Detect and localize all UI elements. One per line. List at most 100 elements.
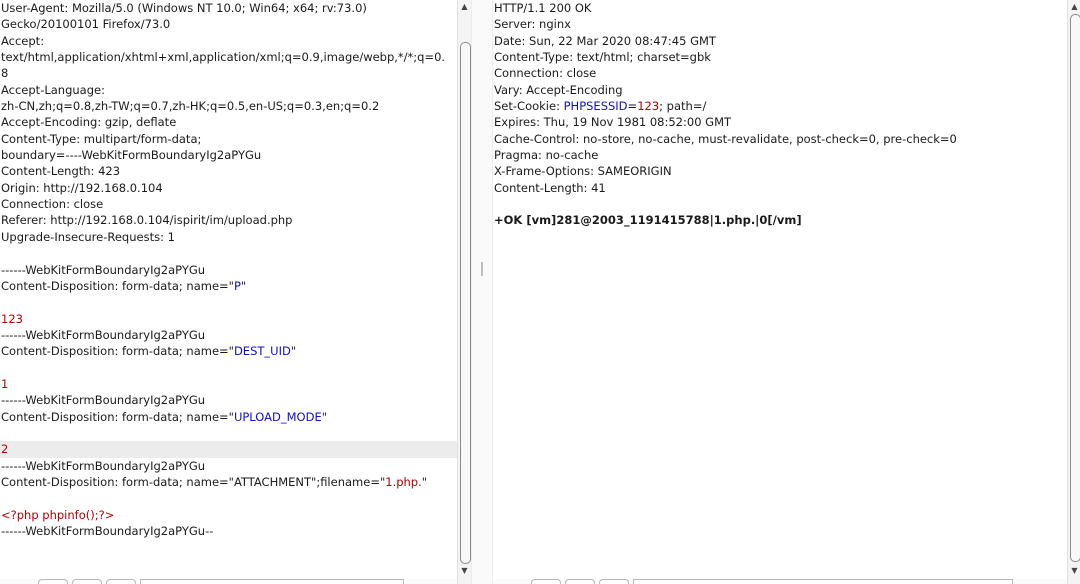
request-line	[0, 360, 457, 376]
scroll-up-arrow-icon[interactable]: ▲	[1068, 0, 1080, 14]
response-text: Set-Cookie:	[494, 99, 564, 114]
request-line: ------WebKitFormBoundaryIg2aPYGu	[0, 262, 457, 278]
scroll-up-arrow-icon[interactable]: ▲	[458, 0, 471, 14]
request-search-bar	[0, 579, 457, 584]
response-line: Server: nginx	[493, 16, 1066, 32]
request-text: Gecko/20100101 Firefox/73.0	[1, 17, 171, 32]
request-text: text/html,application/xhtml+xml,applicat…	[1, 50, 446, 65]
response-text: HTTP/1.1 200 OK	[494, 1, 592, 15]
response-line: Connection: close	[493, 65, 1066, 81]
request-text: "	[290, 344, 297, 359]
request-text: Origin: http://192.168.0.104	[1, 180, 163, 195]
request-text: "	[240, 278, 247, 293]
request-text: ------WebKitFormBoundaryIg2aPYGu	[1, 262, 206, 277]
prev-button[interactable]	[72, 579, 102, 584]
request-search-input[interactable]	[140, 579, 404, 584]
response-text: Vary: Accept-Encoding	[494, 82, 623, 97]
request-text: boundary=----WebKitFormBoundaryIg2aPYGu	[1, 148, 262, 163]
scroll-down-arrow-icon[interactable]: ▼	[1068, 564, 1080, 578]
response-text: Date: Sun, 22 Mar 2020 08:47:45 GMT	[494, 33, 716, 48]
request-line: Content-Disposition: form-data; name="P"	[0, 278, 457, 294]
request-line: Accept:	[0, 33, 457, 49]
request-text: 1	[1, 376, 9, 391]
request-line: 2	[0, 441, 457, 458]
help-button[interactable]	[38, 579, 68, 584]
response-text: ; path=/	[659, 99, 707, 114]
request-line: User-Agent: Mozilla/5.0 (Windows NT 10.0…	[0, 0, 457, 16]
request-text: Content-Disposition: form-data; name="	[1, 344, 234, 359]
request-text: Content-Disposition: form-data; name="AT…	[1, 474, 386, 489]
next-button[interactable]	[599, 579, 629, 584]
response-text: Server: nginx	[494, 17, 571, 32]
request-text: <?php phpinfo();?>	[1, 507, 115, 522]
response-viewer[interactable]: HTTP/1.1 200 OK Server: nginx Date: Sun, 2…	[493, 0, 1066, 584]
request-text: UPLOAD_MODE	[233, 409, 322, 424]
request-text: Content-Disposition: form-data; name="	[1, 409, 234, 424]
response-line: Date: Sun, 22 Mar 2020 08:47:45 GMT	[493, 33, 1066, 49]
prev-button[interactable]	[565, 579, 595, 584]
request-text: Content-Type: multipart/form-data;	[1, 131, 202, 146]
response-text: Expires: Thu, 19 Nov 1981 08:52:00 GMT	[494, 115, 732, 130]
help-button[interactable]	[531, 579, 561, 584]
request-line: Content-Disposition: form-data; name="AT…	[0, 474, 457, 490]
request-line: 1	[0, 376, 457, 392]
response-line: Vary: Accept-Encoding	[493, 82, 1066, 98]
request-text: "	[321, 409, 328, 424]
request-text: Connection: close	[1, 197, 104, 212]
request-line: Referer: http://192.168.0.104/ispirit/im…	[0, 212, 457, 228]
response-text: 123	[637, 99, 660, 114]
request-text: Accept-Language:	[1, 82, 105, 97]
response-text: PHPSESSID	[563, 99, 628, 114]
response-scroll-thumb[interactable]	[1070, 14, 1080, 562]
request-line	[0, 490, 457, 506]
request-text: 2	[1, 442, 9, 457]
request-text: ------WebKitFormBoundaryIg2aPYGu	[1, 393, 206, 408]
request-line: Connection: close	[0, 196, 457, 212]
request-scrollbar[interactable]: ▲ ▼	[457, 0, 471, 584]
request-editor[interactable]: User-Agent: Mozilla/5.0 (Windows NT 10.0…	[0, 0, 457, 584]
response-line: +OK [vm]281@2003_1191415788|1.php.|0[/vm…	[493, 212, 1066, 228]
request-text: 1.php.	[385, 474, 422, 489]
request-text: P	[233, 278, 241, 293]
request-scroll-thumb[interactable]	[460, 42, 471, 564]
request-line: Accept-Language:	[0, 82, 457, 98]
request-line: Content-Disposition: form-data; name="DE…	[0, 343, 457, 359]
response-text: +OK [vm]281@2003_1191415788|1.php.|0[/vm…	[494, 213, 802, 228]
request-text: 8	[1, 66, 9, 81]
request-line: Content-Disposition: form-data; name="UP…	[0, 409, 457, 425]
response-text: =	[627, 99, 638, 114]
response-text: Content-Type: text/html; charset=gbk	[494, 50, 711, 65]
response-text: Pragma: no-cache	[494, 148, 599, 163]
pane-splitter[interactable]	[471, 0, 493, 584]
request-line: ------WebKitFormBoundaryIg2aPYGu	[0, 327, 457, 343]
request-line: ------WebKitFormBoundaryIg2aPYGu	[0, 458, 457, 474]
request-line: zh-CN,zh;q=0.8,zh-TW;q=0.7,zh-HK;q=0.5,e…	[0, 98, 457, 114]
response-line: Content-Type: text/html; charset=gbk	[493, 49, 1066, 65]
request-line	[0, 245, 457, 261]
response-text: Content-Length: 41	[494, 180, 606, 195]
request-text: zh-CN,zh;q=0.8,zh-TW;q=0.7,zh-HK;q=0.5,e…	[1, 99, 380, 114]
request-text: ------WebKitFormBoundaryIg2aPYGu	[1, 458, 206, 473]
response-text: Connection: close	[494, 66, 597, 81]
response-line	[493, 196, 1066, 212]
request-line: 123	[0, 311, 457, 327]
request-line: Gecko/20100101 Firefox/73.0	[0, 16, 457, 32]
request-text: Referer: http://192.168.0.104/ispirit/im…	[1, 213, 293, 228]
request-line: Origin: http://192.168.0.104	[0, 180, 457, 196]
request-line	[0, 425, 457, 441]
request-text: Accept-Encoding: gzip, deflate	[1, 115, 177, 130]
response-scrollbar[interactable]: ▲ ▼	[1067, 0, 1080, 584]
response-line: Expires: Thu, 19 Nov 1981 08:52:00 GMT	[493, 114, 1066, 130]
request-line: ------WebKitFormBoundaryIg2aPYGu	[0, 392, 457, 408]
request-line: ------WebKitFormBoundaryIg2aPYGu--	[0, 523, 457, 539]
response-line: Set-Cookie: PHPSESSID=123; path=/	[493, 98, 1066, 114]
response-search-input[interactable]	[633, 579, 1013, 584]
request-text: 123	[1, 311, 23, 326]
response-text: X-Frame-Options: SAMEORIGIN	[494, 164, 672, 179]
request-line: Content-Type: multipart/form-data;	[0, 131, 457, 147]
next-button[interactable]	[106, 579, 136, 584]
response-search-bar	[493, 579, 1066, 584]
response-line: X-Frame-Options: SAMEORIGIN	[493, 163, 1066, 179]
request-text: Accept:	[1, 33, 45, 48]
scroll-down-arrow-icon[interactable]: ▼	[458, 564, 471, 578]
